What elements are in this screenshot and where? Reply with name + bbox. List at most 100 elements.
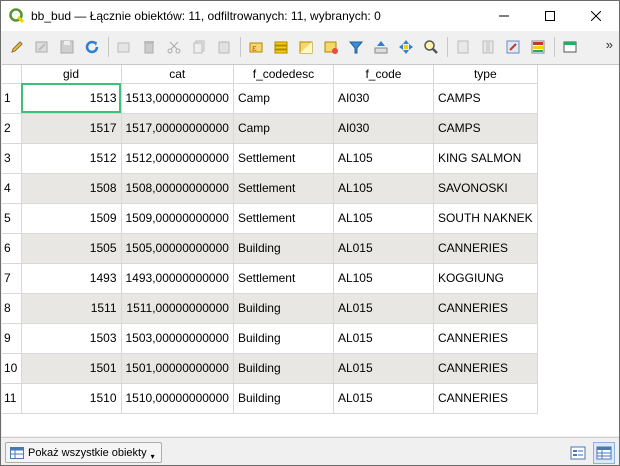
multi-edit-button[interactable] <box>30 35 54 59</box>
table-view-button[interactable] <box>593 442 615 464</box>
cell-gid[interactable]: 1501 <box>21 353 122 384</box>
cell-f-code[interactable]: AL105 <box>333 173 434 204</box>
row-number[interactable]: 5 <box>2 203 22 234</box>
cell-cat[interactable]: 1505,00000000000 <box>121 233 234 264</box>
cell-f-code[interactable]: AL015 <box>333 353 434 384</box>
field-calculator-button[interactable] <box>501 35 525 59</box>
cell-type[interactable]: CANNERIES <box>433 323 538 354</box>
deselect-all-button[interactable] <box>319 35 343 59</box>
new-field-button[interactable] <box>451 35 475 59</box>
add-feature-button[interactable] <box>112 35 136 59</box>
cell-type[interactable]: CANNERIES <box>433 353 538 384</box>
close-button[interactable] <box>573 1 619 31</box>
form-view-button[interactable] <box>567 442 589 464</box>
cell-cat[interactable]: 1501,00000000000 <box>121 353 234 384</box>
cell-f-codedesc[interactable]: Camp <box>233 83 334 114</box>
cell-cat[interactable]: 1493,00000000000 <box>121 263 234 294</box>
paste-button[interactable] <box>212 35 236 59</box>
cell-f-code[interactable]: AL015 <box>333 293 434 324</box>
invert-selection-button[interactable] <box>294 35 318 59</box>
cell-type[interactable]: CAMPS <box>433 113 538 144</box>
delete-field-button[interactable] <box>476 35 500 59</box>
row-number[interactable]: 6 <box>2 233 22 264</box>
table-row[interactable]: 4 1508 1508,00000000000 Settlement AL105 SAVO… <box>2 173 538 204</box>
cell-gid[interactable]: 1509 <box>21 203 122 234</box>
cell-f-codedesc[interactable]: Building <box>233 323 334 354</box>
cell-cat[interactable]: 1513,00000000000 <box>121 83 234 114</box>
zoom-to-selection-button[interactable] <box>419 35 443 59</box>
save-edits-button[interactable] <box>55 35 79 59</box>
cell-f-codedesc[interactable]: Settlement <box>233 143 334 174</box>
table-row[interactable]: 2 1517 1517,00000000000 Camp AI030 CAMPS <box>2 113 538 144</box>
toolbar-overflow-button[interactable]: » <box>606 37 613 52</box>
move-selection-to-top-button[interactable] <box>369 35 393 59</box>
cell-f-codedesc[interactable]: Camp <box>233 113 334 144</box>
cell-f-code[interactable]: AL015 <box>333 323 434 354</box>
row-number[interactable]: 1 <box>2 83 22 114</box>
row-number[interactable]: 3 <box>2 143 22 174</box>
row-number[interactable]: 9 <box>2 323 22 354</box>
minimize-button[interactable] <box>481 1 527 31</box>
cell-gid[interactable]: 1517 <box>21 113 122 144</box>
cell-f-code[interactable]: AI030 <box>333 83 434 114</box>
cell-type[interactable]: SOUTH NAKNEK <box>433 203 538 234</box>
cell-f-codedesc[interactable]: Building <box>233 293 334 324</box>
column-header-type[interactable]: type <box>433 65 538 84</box>
cell-gid[interactable]: 1511 <box>21 293 122 324</box>
cell-type[interactable]: CANNERIES <box>433 383 538 414</box>
table-row[interactable]: 3 1512 1512,00000000000 Settlement AL105 KING… <box>2 143 538 174</box>
cut-button[interactable] <box>162 35 186 59</box>
delete-feature-button[interactable] <box>137 35 161 59</box>
cell-gid[interactable]: 1512 <box>21 143 122 174</box>
cell-cat[interactable]: 1503,00000000000 <box>121 323 234 354</box>
cell-type[interactable]: SAVONOSKI <box>433 173 538 204</box>
table-row[interactable]: 5 1509 1509,00000000000 Settlement AL105 SOUT… <box>2 203 538 234</box>
table-row[interactable]: 7 1493 1493,00000000000 Settlement AL105 KOGG… <box>2 263 538 294</box>
cell-f-code[interactable]: AL105 <box>333 263 434 294</box>
cell-f-codedesc[interactable]: Settlement <box>233 263 334 294</box>
cell-f-code[interactable]: AL105 <box>333 143 434 174</box>
cell-f-code[interactable]: AL015 <box>333 233 434 264</box>
cell-cat[interactable]: 1510,00000000000 <box>121 383 234 414</box>
table-row[interactable]: 9 1503 1503,00000000000 Building AL015 CANNER… <box>2 323 538 354</box>
select-by-expression-button[interactable]: ε <box>244 35 268 59</box>
cell-gid[interactable]: 1510 <box>21 383 122 414</box>
cell-f-codedesc[interactable]: Building <box>233 353 334 384</box>
show-all-features-dropdown[interactable]: Pokaż wszystkie obiekty ▾ <box>5 442 162 463</box>
maximize-button[interactable] <box>527 1 573 31</box>
row-number[interactable]: 7 <box>2 263 22 294</box>
row-number[interactable]: 8 <box>2 293 22 324</box>
cell-gid[interactable]: 1493 <box>21 263 122 294</box>
cell-f-code[interactable]: AL015 <box>333 383 434 414</box>
cell-gid[interactable]: 1505 <box>21 233 122 264</box>
reload-button[interactable] <box>80 35 104 59</box>
cell-type[interactable]: KOGGIUNG <box>433 263 538 294</box>
cell-type[interactable]: CAMPS <box>433 83 538 114</box>
cell-f-codedesc[interactable]: Settlement <box>233 203 334 234</box>
table-row[interactable]: 8 1511 1511,00000000000 Building AL015 CANNER… <box>2 293 538 324</box>
cell-cat[interactable]: 1517,00000000000 <box>121 113 234 144</box>
cell-f-code[interactable]: AI030 <box>333 113 434 144</box>
cell-f-codedesc[interactable]: Building <box>233 383 334 414</box>
cell-gid[interactable]: 1503 <box>21 323 122 354</box>
cell-cat[interactable]: 1509,00000000000 <box>121 203 234 234</box>
cell-type[interactable]: KING SALMON <box>433 143 538 174</box>
cell-cat[interactable]: 1512,00000000000 <box>121 143 234 174</box>
cell-type[interactable]: CANNERIES <box>433 233 538 264</box>
dock-button[interactable] <box>558 35 582 59</box>
filter-button[interactable] <box>344 35 368 59</box>
cell-f-codedesc[interactable]: Settlement <box>233 173 334 204</box>
cell-f-codedesc[interactable]: Building <box>233 233 334 264</box>
pan-to-selection-button[interactable] <box>394 35 418 59</box>
column-header-gid[interactable]: gid <box>21 65 122 84</box>
cell-gid[interactable]: 1508 <box>21 173 122 204</box>
copy-button[interactable] <box>187 35 211 59</box>
row-number[interactable]: 11 <box>2 383 22 414</box>
cell-type[interactable]: CANNERIES <box>433 293 538 324</box>
cell-gid[interactable]: 1513 <box>21 83 122 114</box>
table-row[interactable]: 1 1513 1513,00000000000 Camp AI030 CAMPS <box>2 83 538 114</box>
cell-cat[interactable]: 1511,00000000000 <box>121 293 234 324</box>
column-header-f-codedesc[interactable]: f_codedesc <box>233 65 334 84</box>
toggle-editing-button[interactable] <box>5 35 29 59</box>
select-all-button[interactable] <box>269 35 293 59</box>
